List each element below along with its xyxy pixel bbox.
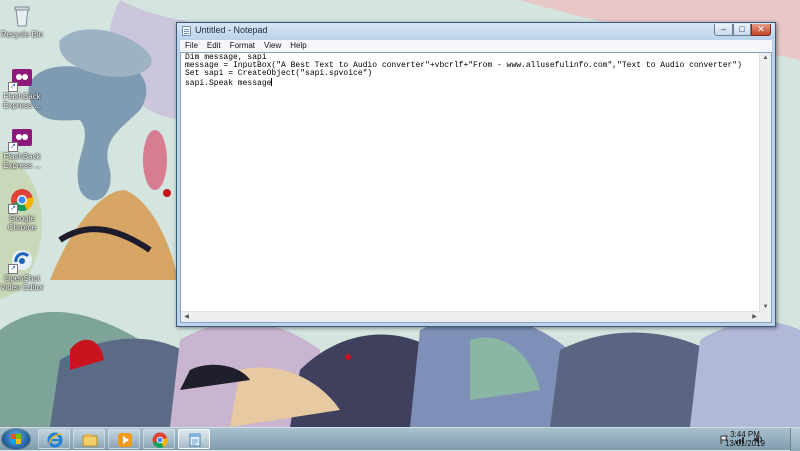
windows-logo-icon — [11, 434, 21, 444]
recycle-bin-icon — [10, 4, 34, 28]
taskbar: 3:44 PM 13/01/2019 — [0, 427, 800, 451]
desktop-icon-label: Google Chrome — [7, 214, 37, 232]
desktop-icon-google-chrome[interactable]: ↗ Google Chrome — [0, 188, 44, 232]
editor-line-last: sapi.Speak message — [185, 78, 757, 88]
scroll-right-arrow-icon[interactable]: ▶ — [749, 312, 760, 322]
close-button[interactable]: ✕ — [751, 24, 771, 36]
shortcut-arrow-icon: ↗ — [8, 204, 18, 214]
desktop-icon-flashback-express-2[interactable]: ↗ FlashBack Express ... — [0, 126, 44, 170]
menu-bar: File Edit Format View Help — [180, 40, 772, 52]
horizontal-scrollbar[interactable]: ◀ ▶ — [181, 311, 760, 322]
editor-line: sapi.Speak message — [185, 79, 272, 88]
folder-icon — [82, 434, 98, 447]
shortcut-arrow-icon: ↗ — [8, 82, 18, 92]
scroll-up-arrow-icon[interactable]: ▲ — [760, 53, 771, 63]
show-desktop-button[interactable] — [790, 428, 800, 451]
start-button[interactable] — [2, 429, 30, 449]
flashback-express-icon: ↗ — [8, 66, 34, 92]
desktop-icon-openshot[interactable]: ↗ OpenShot Video Editor — [0, 248, 44, 292]
scroll-down-arrow-icon[interactable]: ▼ — [760, 302, 771, 312]
taskbar-internet-explorer[interactable] — [38, 429, 70, 449]
menu-view[interactable]: View — [259, 40, 285, 52]
vertical-scrollbar[interactable]: ▲ ▼ — [759, 53, 771, 312]
menu-file[interactable]: File — [180, 40, 202, 52]
flashback-express-icon: ↗ — [8, 126, 34, 152]
desktop-icon-label: OpenShot Video Editor — [0, 274, 44, 292]
desktop-icon-label: FlashBack Express ... — [3, 92, 41, 110]
desktop-icon-flashback-express-1[interactable]: ↗ FlashBack Express ... — [0, 66, 44, 110]
openshot-icon: ↗ — [8, 248, 34, 274]
chrome-icon — [152, 432, 168, 448]
clock-date: 13/01/2019 — [724, 439, 766, 448]
notepad-window[interactable]: Untitled - Notepad – □ ✕ File Edit Format V… — [176, 22, 776, 327]
taskbar-windows-explorer[interactable] — [73, 429, 105, 449]
maximize-button[interactable]: □ — [733, 24, 751, 36]
minimize-button[interactable]: – — [714, 24, 733, 36]
shortcut-arrow-icon: ↗ — [8, 142, 18, 152]
window-titlebar[interactable]: Untitled - Notepad – □ ✕ — [177, 23, 775, 39]
text-editor[interactable]: Dim message, sapi message = InputBox("A B… — [180, 52, 772, 323]
clock-time: 3:44 PM — [730, 430, 760, 439]
desktop-icon-recycle-bin[interactable]: Recycle Bin — [0, 4, 44, 39]
desktop-icon-label: FlashBack Express ... — [3, 152, 41, 170]
shortcut-arrow-icon: ↗ — [8, 264, 18, 274]
text-caret — [271, 78, 273, 86]
editor-text[interactable]: Dim message, sapi message = InputBox("A B… — [185, 54, 757, 88]
menu-edit[interactable]: Edit — [202, 40, 225, 52]
menu-format[interactable]: Format — [225, 40, 259, 52]
notepad-icon[interactable] — [182, 26, 191, 36]
editor-line: Set sapi = CreateObject("sapi.spvoice") — [185, 69, 373, 78]
desktop-icon-label: Recycle Bin — [0, 30, 44, 39]
window-title: Untitled - Notepad — [195, 25, 268, 35]
chrome-icon: ↗ — [8, 188, 34, 214]
internet-explorer-icon — [47, 432, 63, 448]
notepad-icon — [189, 433, 201, 447]
taskbar-google-chrome[interactable] — [143, 429, 175, 449]
media-player-icon — [118, 433, 132, 447]
taskbar-notepad[interactable] — [178, 429, 210, 449]
taskbar-clock[interactable]: 3:44 PM 13/01/2019 — [723, 430, 767, 448]
scroll-left-arrow-icon[interactable]: ◀ — [181, 312, 192, 322]
taskbar-media-player[interactable] — [108, 429, 140, 449]
resize-grip[interactable] — [760, 312, 771, 322]
menu-help[interactable]: Help — [285, 40, 310, 52]
